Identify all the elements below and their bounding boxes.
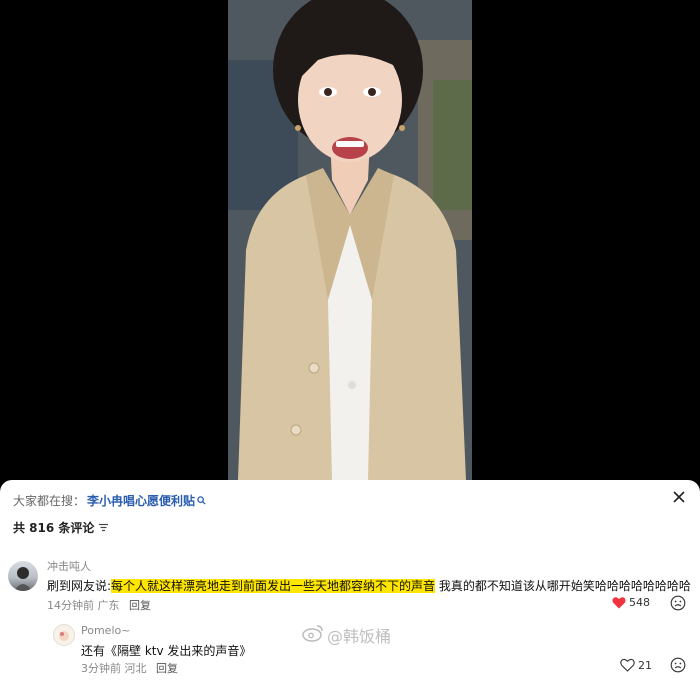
comment-count-row: 共 816 条评论 <box>13 519 109 536</box>
comment-text: 刷到网友说:每个人就这样漂亮地走到前面发出一些天地都容纳不下的声音 我真的都不知… <box>47 577 691 594</box>
video-frame[interactable] <box>228 0 472 480</box>
like-button[interactable]: 548 <box>612 596 650 609</box>
weibo-logo-icon <box>302 624 324 646</box>
heart-outline-icon <box>620 658 635 672</box>
watermark: @韩饭桶 <box>302 623 391 647</box>
like-count: 548 <box>629 596 650 609</box>
video-still-image <box>228 0 472 480</box>
comment-username[interactable]: 冲击吨人 <box>47 558 91 574</box>
comment-count: 共 816 条评论 <box>13 521 95 535</box>
sad-face-icon <box>670 657 686 673</box>
dislike-button[interactable] <box>670 657 686 677</box>
reply-text: 还有《隔壁 ktv 发出来的声音》 <box>81 644 252 658</box>
reply-button[interactable]: 回复 <box>156 662 178 675</box>
like-button[interactable]: 21 <box>620 658 652 672</box>
comment-text-highlight: 每个人就这样漂亮地走到前面发出一些天地都容纳不下的声音 <box>111 579 436 593</box>
reply-meta: 3分钟前 河北 回复 <box>81 660 178 676</box>
comment-text-prefix: 刷到网友说: <box>47 579 112 593</box>
comment-text-suffix: 我真的都不知道该从哪开始笑哈哈哈哈哈哈哈哈 <box>435 579 691 593</box>
close-icon[interactable] <box>670 488 688 506</box>
trending-search-link[interactable]: 李小冉唱心愿便利贴 <box>87 492 195 509</box>
comment-location: 广东 <box>97 599 120 612</box>
sort-filter-icon[interactable] <box>98 521 109 535</box>
comment-meta: 14分钟前 广东 回复 <box>47 597 151 613</box>
heart-filled-icon <box>612 597 626 609</box>
comments-panel: 大家都在搜： 李小冉唱心愿便利贴 共 816 条评论 冲击吨人 刷到网友说:每个… <box>0 480 700 680</box>
like-count: 21 <box>638 658 652 672</box>
sad-face-icon <box>670 595 686 611</box>
avatar[interactable] <box>8 561 38 591</box>
comment-time: 14分钟前 <box>47 599 94 612</box>
video-player[interactable] <box>0 0 700 480</box>
search-icon <box>197 494 206 508</box>
avatar[interactable] <box>53 624 75 646</box>
trending-search-row[interactable]: 大家都在搜： 李小冉唱心愿便利贴 <box>13 492 206 509</box>
watermark-text: @韩饭桶 <box>327 627 392 646</box>
reply-username[interactable]: Pomelo~ <box>81 624 130 637</box>
reply-location: 河北 <box>124 662 147 675</box>
trending-search-prefix: 大家都在搜： <box>13 494 86 508</box>
reply-time: 3分钟前 <box>81 662 121 675</box>
reply-button[interactable]: 回复 <box>129 599 151 612</box>
dislike-button[interactable] <box>670 595 686 615</box>
